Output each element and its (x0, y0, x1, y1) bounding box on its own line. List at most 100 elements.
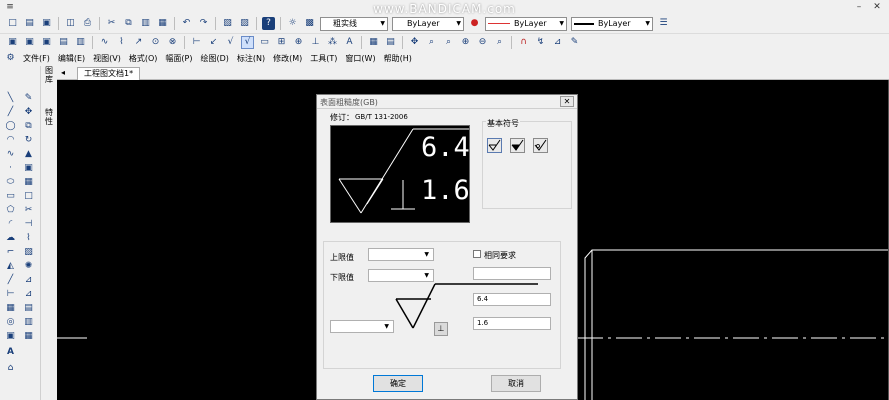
copy-object-icon[interactable]: ⧉ (22, 120, 35, 132)
center-mark-icon[interactable]: ⊕ (292, 36, 305, 49)
leader-icon[interactable]: ↙ (207, 36, 220, 49)
save-icon[interactable]: ▣ (40, 17, 53, 30)
menu-modify[interactable]: 修改(M) (269, 53, 306, 64)
polygon-icon[interactable]: ⬠ (4, 204, 17, 216)
cancel-button[interactable]: 取消 (491, 375, 541, 392)
construction-line-icon[interactable]: ╱ (4, 106, 17, 118)
symbol-material-removed-button[interactable] (510, 138, 525, 153)
arrow-icon[interactable]: ↗ (132, 36, 145, 49)
properties-icon[interactable]: ▧ (221, 17, 234, 30)
roughness-icon[interactable]: √ (224, 36, 237, 49)
lay-symbol-button[interactable]: ⊥ (434, 322, 448, 336)
upper-limit-dropdown[interactable]: ▼ (368, 248, 434, 261)
snap-icon[interactable]: ↯ (534, 36, 547, 49)
menu-edit[interactable]: 编辑(E) (54, 53, 89, 64)
menu-window[interactable]: 窗口(W) (341, 53, 379, 64)
lower-value-field[interactable]: 1.6 (473, 317, 551, 330)
text-tool-icon[interactable]: A (4, 346, 17, 358)
cloud-icon[interactable]: ☁ (4, 232, 17, 244)
weld-icon[interactable]: ⊥ (309, 36, 322, 49)
print-icon[interactable]: ⎙ (81, 17, 94, 30)
tab-document[interactable]: 工程图文档1* (77, 67, 141, 80)
same-requirement-checkbox[interactable] (473, 250, 481, 258)
dimension-linear-icon[interactable]: ⊢ (4, 288, 17, 300)
bom-icon[interactable]: ▤ (384, 36, 397, 49)
datum-icon[interactable]: ▭ (258, 36, 271, 49)
view3-icon[interactable]: ▣ (40, 36, 53, 49)
layer-state-icon[interactable]: ▩ (303, 17, 316, 30)
lay-direction-dropdown[interactable]: ▼ (330, 320, 394, 333)
minimize-window-button[interactable]: – (853, 0, 865, 14)
zoom-icon[interactable]: ⌕ (425, 36, 438, 49)
extend-icon[interactable]: ⊣ (22, 218, 35, 230)
ellipse-icon[interactable]: ⬭ (4, 176, 17, 188)
new-file-icon[interactable]: □ (6, 17, 19, 30)
dimension-edit-icon[interactable]: ⊿ (22, 288, 35, 300)
view2-icon[interactable]: ▣ (23, 36, 36, 49)
rotate-icon[interactable]: ↻ (22, 134, 35, 146)
app-menu-icon[interactable]: ⚙ (4, 52, 17, 65)
link-icon[interactable]: ⊗ (166, 36, 179, 49)
menu-dimension[interactable]: 标注(N) (233, 53, 269, 64)
menu-help[interactable]: 帮助(H) (380, 53, 416, 64)
block-icon[interactable]: ▦ (4, 302, 17, 314)
ortho-icon[interactable]: ⊿ (551, 36, 564, 49)
tolerance-icon[interactable]: ⊞ (275, 36, 288, 49)
match-properties-icon[interactable]: ▨ (238, 17, 251, 30)
table-draw-icon[interactable]: ▣ (4, 330, 17, 342)
text-icon[interactable]: A (343, 36, 356, 49)
circle-icon[interactable]: ◯ (4, 120, 17, 132)
copy-icon[interactable]: ⧉ (122, 17, 135, 30)
parameter-field-1[interactable] (473, 267, 551, 280)
pan-icon[interactable]: ✥ (408, 36, 421, 49)
array-icon[interactable]: ▦ (22, 176, 35, 188)
open-file-icon[interactable]: ▤ (23, 17, 36, 30)
line-icon[interactable]: ╲ (4, 92, 17, 104)
rectangle-icon[interactable]: ▭ (4, 190, 17, 202)
view4-icon[interactable]: ▤ (57, 36, 70, 49)
balloon-icon[interactable]: ⊙ (149, 36, 162, 49)
layer-bulb-icon[interactable]: ☼ (286, 17, 299, 30)
table-edit-icon[interactable]: ▦ (22, 330, 35, 342)
close-window-button[interactable]: ✕ (871, 0, 883, 14)
dialog-close-button[interactable]: ✕ (560, 96, 574, 107)
color-combo[interactable]: ByLayer ▼ (392, 16, 464, 31)
properties-panel-tab[interactable]: 特性 (44, 108, 54, 126)
layer-combo[interactable]: 粗实线 ▼ (320, 16, 388, 31)
arc-icon[interactable]: ◠ (4, 134, 17, 146)
spline-icon[interactable]: ∿ (4, 148, 17, 160)
zoom-window-icon[interactable]: ⌕ (442, 36, 455, 49)
redo-icon[interactable]: ↷ (197, 17, 210, 30)
centerline-icon[interactable]: ╱ (4, 274, 17, 286)
lineweight-settings-icon[interactable]: ☰ (657, 17, 670, 30)
table-icon[interactable]: ▦ (367, 36, 380, 49)
ok-button[interactable]: 确定 (373, 375, 423, 392)
cut-icon[interactable]: ✂ (105, 17, 118, 30)
menu-sheet[interactable]: 幅面(P) (161, 53, 196, 64)
wave-line-icon[interactable]: ∿ (98, 36, 111, 49)
ole-icon[interactable]: ▥ (22, 316, 35, 328)
explode-icon[interactable]: ✺ (22, 260, 35, 272)
clipboard-icon[interactable]: ▦ (156, 17, 169, 30)
hatch-icon[interactable]: ⁂ (326, 36, 339, 49)
roughness-active-icon[interactable]: √ (241, 36, 254, 49)
break-icon[interactable]: ⌇ (22, 232, 35, 244)
edit-icon[interactable]: ✎ (568, 36, 581, 49)
menu-tools[interactable]: 工具(T) (306, 53, 341, 64)
view5-icon[interactable]: ▥ (74, 36, 87, 49)
hatch-area-icon[interactable]: ◭ (4, 260, 17, 272)
undo-icon[interactable]: ↶ (180, 17, 193, 30)
mirror-icon[interactable]: ▲ (22, 148, 35, 160)
symbol-any-process-button[interactable] (487, 138, 502, 153)
linetype-combo[interactable]: ByLayer ▼ (485, 16, 567, 31)
magnet-icon[interactable]: ∩ (517, 36, 530, 49)
fillet-icon[interactable]: ◜ (4, 218, 17, 230)
stretch-icon[interactable]: ▧ (22, 246, 35, 258)
tab-scroll-icon[interactable]: ◂ (61, 68, 65, 77)
point-icon[interactable]: · (4, 162, 17, 174)
offset-icon[interactable]: □ (22, 190, 35, 202)
chamfer-icon[interactable]: ⊿ (22, 274, 35, 286)
help-icon[interactable]: ? (262, 17, 275, 30)
zoom-out-icon[interactable]: ⊖ (476, 36, 489, 49)
menu-draw[interactable]: 绘图(D) (196, 53, 232, 64)
